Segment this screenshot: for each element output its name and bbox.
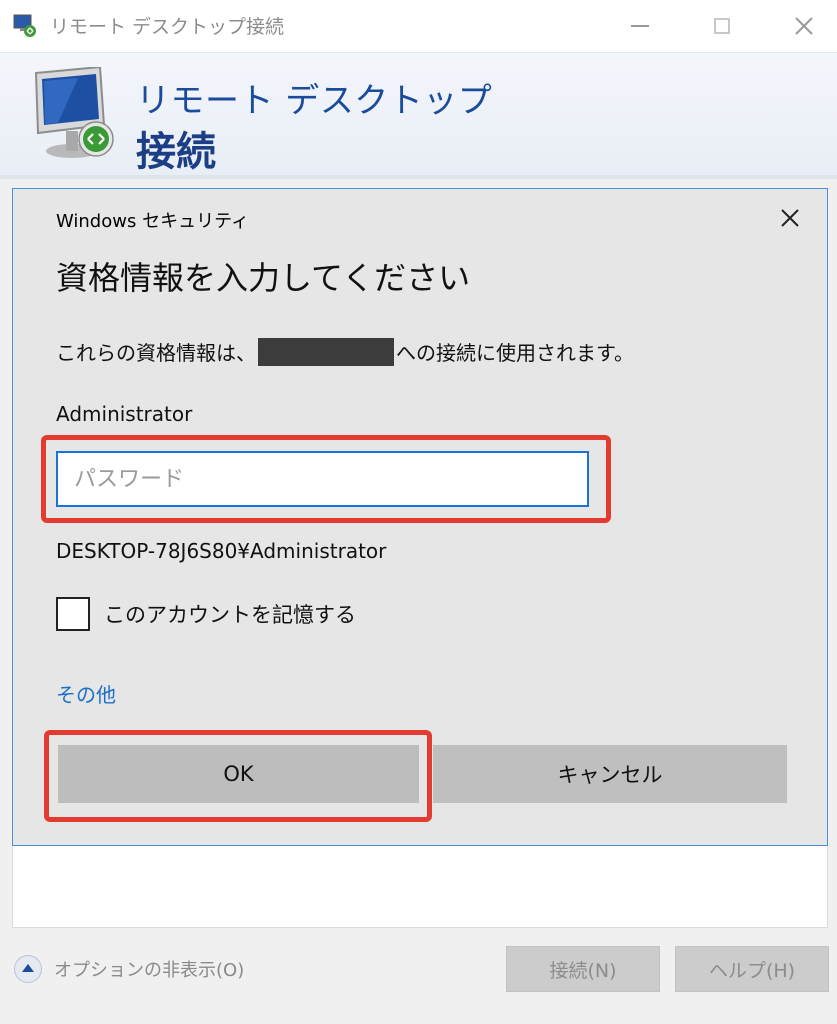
window-close-button[interactable] xyxy=(782,6,826,46)
domain-user-label: DESKTOP-78J6S80¥Administrator xyxy=(56,539,387,563)
password-input[interactable] xyxy=(56,451,589,507)
close-icon xyxy=(781,209,799,227)
dialog-description: これらの資格情報は、 への接続に使用されます。 xyxy=(56,337,634,366)
remember-label: このアカウントを記憶する xyxy=(104,603,356,627)
remember-account-option[interactable]: このアカウントを記憶する xyxy=(56,597,356,631)
help-button[interactable]: ヘルプ(H) xyxy=(675,946,829,992)
more-choices-link[interactable]: その他 xyxy=(56,679,116,708)
dialog-title: Windows セキュリティ xyxy=(56,211,249,232)
remember-checkbox[interactable] xyxy=(56,597,90,631)
lower-pane xyxy=(12,846,828,928)
chevron-up-circle-icon xyxy=(14,955,42,983)
header-banner: リモート デスクトップ 接続 xyxy=(0,53,837,179)
options-toggle[interactable]: オプションの非表示(O) xyxy=(14,955,244,983)
window-title-bar: リモート デスクトップ接続 xyxy=(0,0,837,53)
dialog-close-button[interactable] xyxy=(777,205,803,231)
remote-desktop-icon xyxy=(13,14,36,37)
banner-title-line1: リモート デスクトップ xyxy=(136,81,493,121)
ok-button[interactable]: OK xyxy=(58,745,419,803)
description-suffix: への接続に使用されます。 xyxy=(396,341,634,365)
username-label: Administrator xyxy=(56,402,193,426)
close-icon xyxy=(795,17,813,35)
window-title: リモート デスクトップ接続 xyxy=(50,16,285,38)
options-label: オプションの非表示(O) xyxy=(54,960,245,981)
windows-security-dialog: Windows セキュリティ 資格情報を入力してください これらの資格情報は、 … xyxy=(12,188,828,846)
banner-title-line2: 接続 xyxy=(136,129,216,175)
minimize-button[interactable] xyxy=(618,6,662,46)
remote-desktop-monitor-icon xyxy=(34,67,114,158)
cancel-button[interactable]: キャンセル xyxy=(433,745,787,803)
maximize-button[interactable] xyxy=(700,6,744,46)
dialog-heading: 資格情報を入力してください xyxy=(56,259,471,297)
description-prefix: これらの資格情報は、 xyxy=(56,341,256,365)
connect-button[interactable]: 接続(N) xyxy=(506,946,660,992)
redacted-hostname xyxy=(258,337,394,366)
